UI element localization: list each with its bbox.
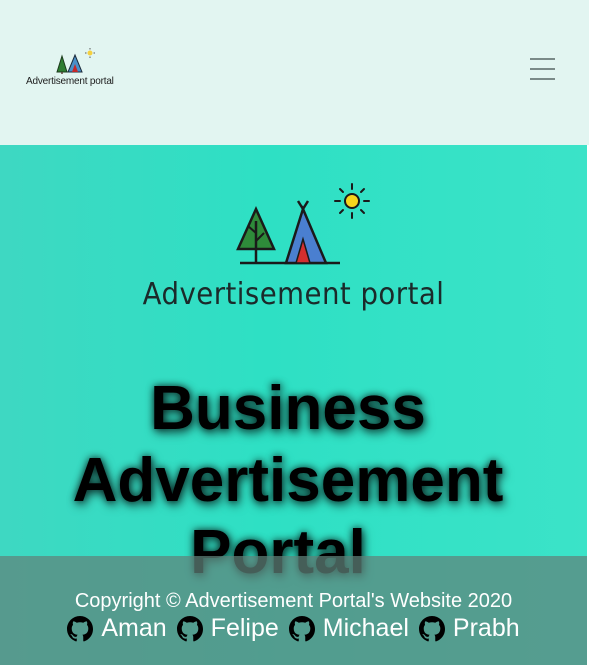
copyright-text: Copyright © Advertisement Portal's Websi… bbox=[74, 590, 513, 612]
hero-logo-text: Advertisement portal bbox=[142, 277, 445, 312]
contributor-link-prabh[interactable]: Prabh bbox=[418, 614, 520, 643]
github-icon bbox=[418, 615, 445, 641]
hamburger-line bbox=[530, 78, 555, 80]
hero-logo-icon bbox=[236, 183, 370, 265]
contributor-link-michael[interactable]: Michael bbox=[288, 614, 409, 643]
hamburger-line bbox=[530, 58, 555, 60]
contributor-name: Michael bbox=[322, 614, 409, 642]
contributor-name: Aman bbox=[101, 614, 167, 642]
contributor-link-felipe[interactable]: Felipe bbox=[176, 614, 279, 643]
contributors-list: Aman Felipe Michael Prabh bbox=[0, 614, 587, 643]
github-icon bbox=[288, 615, 315, 641]
hero-title-line: Advertisement bbox=[72, 446, 504, 515]
hamburger-menu-button[interactable] bbox=[528, 54, 558, 84]
brand-logo[interactable]: Advertisement portal bbox=[26, 46, 126, 94]
github-icon bbox=[176, 615, 203, 641]
contributor-name: Felipe bbox=[210, 614, 279, 642]
contributor-link-aman[interactable]: Aman bbox=[67, 614, 167, 643]
logo-trees-tent-icon bbox=[56, 48, 95, 74]
github-icon bbox=[67, 615, 94, 641]
navbar: Advertisement portal bbox=[0, 0, 589, 145]
hamburger-line bbox=[530, 68, 555, 70]
brand-logo-text: Advertisement portal bbox=[26, 76, 114, 87]
footer: Copyright © Advertisement Portal's Websi… bbox=[0, 556, 587, 665]
contributor-name: Prabh bbox=[452, 614, 520, 642]
hero-title-line: Business bbox=[150, 374, 426, 443]
